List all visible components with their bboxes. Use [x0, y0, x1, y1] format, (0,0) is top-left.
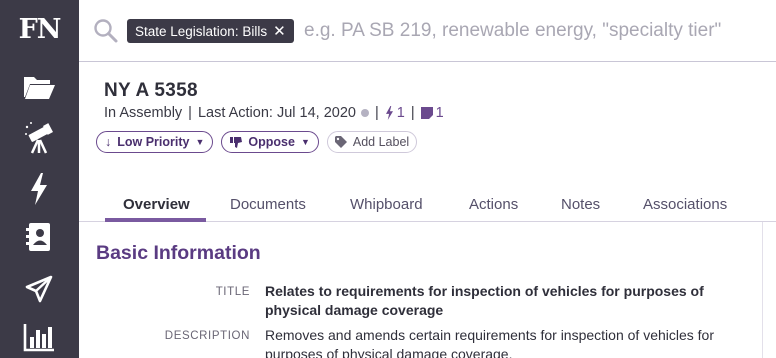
- notes-count-value: 1: [435, 105, 444, 121]
- arrow-down-icon: ↓: [105, 135, 112, 149]
- tab-overview[interactable]: Overview: [123, 196, 190, 213]
- notes-count[interactable]: 1: [420, 105, 444, 121]
- close-icon[interactable]: ✕: [273, 24, 286, 39]
- tag-icon: [334, 136, 347, 148]
- add-label-button[interactable]: Add Label: [326, 131, 418, 153]
- tab-actions[interactable]: Actions: [469, 196, 518, 213]
- separator: |: [374, 105, 379, 121]
- bill-meta: In Assembly | Last Action: Jul 14, 2020 …: [104, 105, 444, 121]
- tab-associations[interactable]: Associations: [643, 196, 727, 213]
- sidebar: FN: [0, 0, 79, 358]
- last-action: Last Action: Jul 14, 2020: [197, 105, 356, 121]
- search-icon[interactable]: [93, 18, 119, 49]
- section-title: Basic Information: [96, 242, 261, 264]
- lightning-icon[interactable]: [20, 170, 58, 208]
- contact-book-icon[interactable]: [20, 218, 58, 256]
- tab-documents[interactable]: Documents: [230, 196, 306, 213]
- thumbs-down-icon: [230, 136, 243, 148]
- position-dropdown[interactable]: Oppose ▼: [221, 131, 319, 153]
- info-icon[interactable]: [360, 109, 369, 117]
- add-label-text: Add Label: [352, 135, 410, 149]
- filter-chip[interactable]: State Legislation: Bills ✕: [127, 19, 294, 43]
- priority-dropdown[interactable]: ↓ Low Priority ▼: [96, 131, 214, 153]
- actions-count-value: 1: [396, 105, 405, 121]
- field-label-description: DESCRIPTION: [164, 330, 250, 342]
- divider: [762, 222, 763, 358]
- bill-id: NY A 5358: [104, 80, 198, 101]
- priority-label: Low Priority: [117, 135, 190, 149]
- position-label: Oppose: [248, 135, 295, 149]
- lightning-icon: [385, 106, 393, 120]
- search-input[interactable]: [304, 17, 764, 45]
- label-row: ↓ Low Priority ▼ Oppose ▼ Add Label: [96, 131, 418, 153]
- search-bar: State Legislation: Bills ✕: [79, 0, 776, 62]
- app-logo[interactable]: FN: [0, 14, 79, 45]
- field-label-title: TITLE: [215, 286, 250, 298]
- note-icon: [420, 107, 433, 119]
- paper-plane-icon[interactable]: [20, 270, 58, 308]
- separator: |: [410, 105, 415, 121]
- field-value-description: Removes and amends certain requirements …: [265, 327, 714, 358]
- tab-notes[interactable]: Notes: [561, 196, 600, 213]
- bar-chart-icon[interactable]: [20, 318, 58, 356]
- actions-count[interactable]: 1: [385, 105, 405, 121]
- field-value-title: Relates to requirements for inspection o…: [265, 283, 704, 318]
- filter-chip-label: State Legislation: Bills: [135, 23, 268, 39]
- chevron-down-icon: ▼: [300, 137, 310, 147]
- separator: |: [188, 105, 192, 121]
- bill-status: In Assembly: [104, 105, 183, 121]
- tab-bar: Overview Documents Whipboard Actions Not…: [79, 190, 776, 222]
- folder-icon[interactable]: [20, 68, 58, 106]
- telescope-icon[interactable]: [20, 119, 58, 157]
- active-tab-indicator: [105, 218, 206, 222]
- tab-whipboard[interactable]: Whipboard: [350, 196, 423, 213]
- chevron-down-icon: ▼: [195, 137, 205, 147]
